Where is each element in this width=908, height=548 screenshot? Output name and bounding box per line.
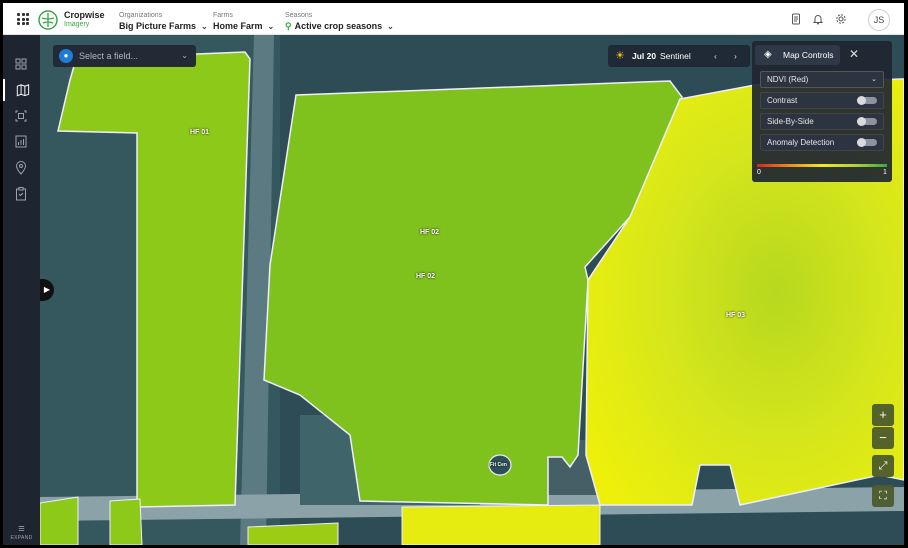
season-label: Seasons bbox=[285, 12, 313, 19]
org-selector[interactable]: Organizations Big Picture Farms ⌄ bbox=[119, 10, 208, 32]
zoom-in-button[interactable]: + bbox=[872, 404, 894, 426]
brand-sub: Imagery bbox=[64, 21, 90, 28]
side-by-side-row: Side-By-Side bbox=[760, 113, 884, 130]
contrast-toggle[interactable] bbox=[857, 96, 877, 105]
expand-button[interactable]: ≡ EXPAND bbox=[3, 523, 40, 541]
document-icon[interactable] bbox=[790, 13, 802, 25]
chart-icon[interactable] bbox=[3, 131, 40, 153]
ndvi-legend-bar bbox=[757, 164, 887, 167]
chevron-down-icon: ⌄ bbox=[871, 76, 877, 83]
field-label-hf01[interactable]: HF 01 bbox=[190, 129, 209, 136]
contrast-row: Contrast bbox=[760, 92, 884, 109]
scan-icon[interactable] bbox=[3, 105, 40, 127]
top-bar: Cropwise Imagery Organizations Big Pictu… bbox=[3, 3, 904, 35]
legend-min: 0 bbox=[757, 169, 761, 176]
crop-icon: ⚲ bbox=[285, 21, 292, 31]
imagery-date: Jul 20 bbox=[632, 51, 657, 61]
field-select-placeholder: Select a field... bbox=[79, 51, 139, 61]
side-by-side-toggle[interactable] bbox=[857, 117, 877, 126]
contrast-label: Contrast bbox=[767, 96, 798, 105]
map-controls-panel: ◈ Map Controls ✕ NDVI (Red) ⌄ Contrast S… bbox=[752, 41, 892, 182]
map-controls-tab[interactable]: ◈ Map Controls bbox=[755, 45, 840, 65]
sidebar: ≡ EXPAND bbox=[3, 35, 40, 545]
imagery-source: Sentinel bbox=[660, 51, 691, 61]
brand-name: Cropwise bbox=[64, 10, 105, 20]
tools-icon[interactable]: ✕ bbox=[847, 47, 861, 61]
menu-icon: ≡ bbox=[18, 523, 25, 535]
chevron-down-icon: ⌄ bbox=[201, 22, 208, 31]
side-by-side-label: Side-By-Side bbox=[767, 117, 814, 126]
farm-selector[interactable]: Farms Home Farm ⌄ bbox=[213, 10, 274, 32]
gear-icon[interactable] bbox=[835, 13, 847, 25]
anomaly-row: Anomaly Detection bbox=[760, 134, 884, 151]
apps-grid-icon[interactable] bbox=[17, 13, 29, 25]
farm-label: Farms bbox=[213, 12, 233, 19]
layers-icon: ◈ bbox=[764, 49, 772, 60]
anomaly-label: Anomaly Detection bbox=[767, 138, 835, 147]
field-label-hf02[interactable]: HF 02 bbox=[420, 229, 439, 236]
season-value: Active crop seasons bbox=[294, 21, 383, 31]
legend-max: 1 bbox=[883, 169, 887, 176]
cropwise-logo bbox=[38, 10, 58, 30]
farm-value: Home Farm bbox=[213, 21, 263, 31]
location-pin-icon: ● bbox=[59, 49, 73, 63]
field-label-hf02-alt[interactable]: HF 02 bbox=[416, 273, 435, 280]
layer-select[interactable]: NDVI (Red) ⌄ bbox=[760, 71, 884, 88]
map-icon[interactable] bbox=[3, 79, 40, 101]
layer-value: NDVI (Red) bbox=[767, 75, 809, 84]
field-select-dropdown[interactable]: ● Select a field... ⌄ bbox=[53, 45, 196, 67]
season-selector[interactable]: Seasons ⚲ Active crop seasons ⌄ bbox=[285, 10, 394, 32]
app-window: Cropwise Imagery Organizations Big Pictu… bbox=[3, 3, 904, 545]
bell-icon[interactable] bbox=[812, 13, 824, 25]
fit-extent-icon[interactable]: ⛶ bbox=[872, 485, 894, 507]
next-date-button[interactable]: › bbox=[734, 45, 737, 67]
previous-date-button[interactable]: ‹ bbox=[714, 45, 717, 67]
anomaly-toggle[interactable] bbox=[857, 138, 877, 147]
expand-label: EXPAND bbox=[10, 535, 33, 541]
org-value: Big Picture Farms bbox=[119, 21, 197, 31]
fullscreen-icon[interactable]: ⤢ bbox=[872, 455, 894, 477]
sun-icon: ☀ bbox=[615, 50, 625, 62]
small-field-label[interactable]: Fit Cen bbox=[490, 462, 507, 468]
chevron-down-icon: ⌄ bbox=[267, 22, 275, 31]
avatar[interactable]: JS bbox=[868, 9, 890, 31]
chevron-down-icon: ⌄ bbox=[387, 22, 394, 31]
field-label-hf03[interactable]: HF 03 bbox=[726, 312, 745, 319]
clipboard-icon[interactable] bbox=[3, 183, 40, 205]
brand: Cropwise Imagery bbox=[64, 10, 105, 30]
map-canvas[interactable]: HF 01 HF 02 HF 02 HF 03 Fit Cen ● Select… bbox=[40, 35, 904, 545]
chevron-down-icon: ⌄ bbox=[181, 51, 188, 60]
imagery-date-bar: ☀ Jul 20 Sentinel ‹ › bbox=[608, 45, 750, 67]
map-controls-title: Map Controls bbox=[783, 50, 834, 60]
org-label: Organizations bbox=[119, 12, 163, 19]
location-pin-icon[interactable] bbox=[3, 157, 40, 179]
zoom-out-button[interactable]: − bbox=[872, 427, 894, 449]
dashboard-icon[interactable] bbox=[3, 53, 40, 75]
